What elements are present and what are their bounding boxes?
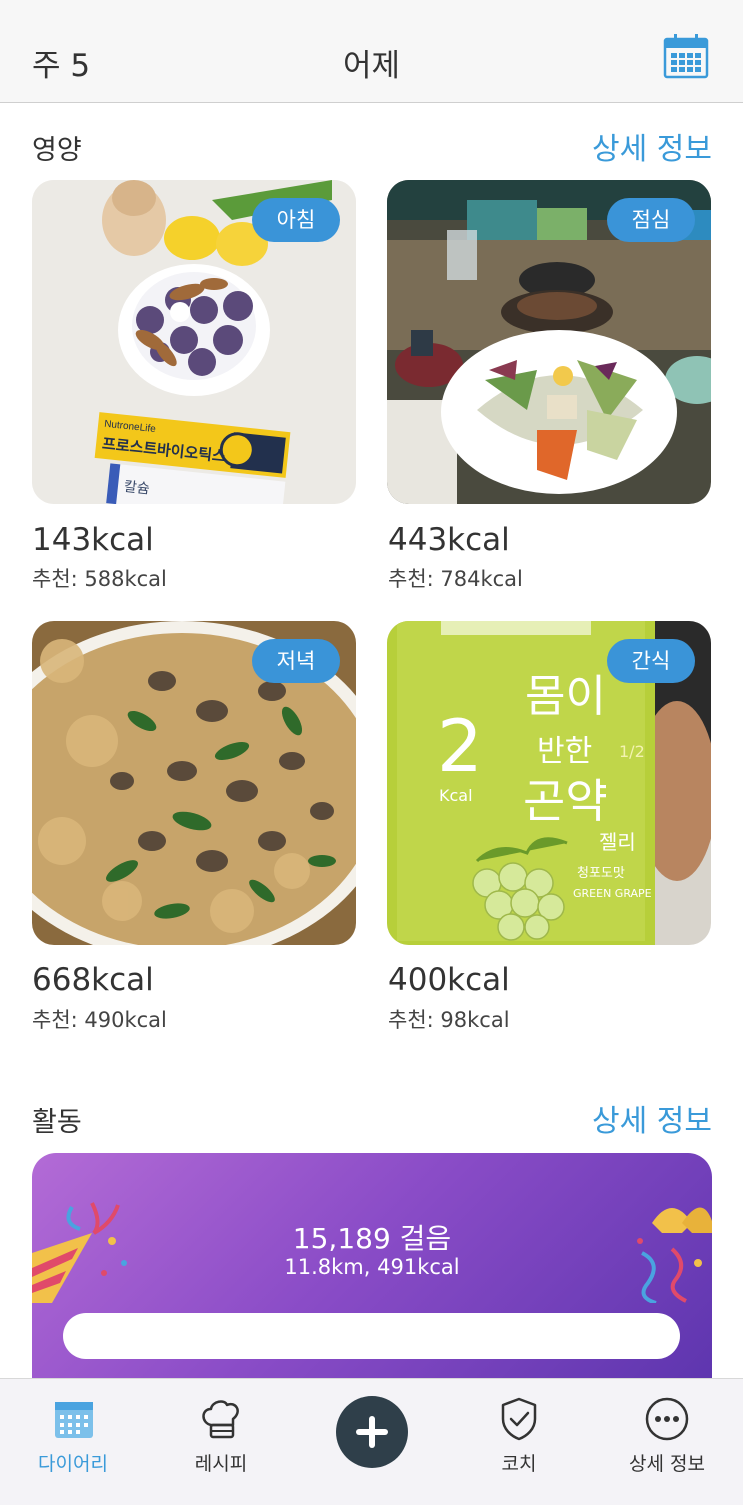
lunch-badge: 점심: [607, 198, 695, 242]
page-title: 어제: [342, 48, 401, 84]
calendar-icon[interactable]: [662, 32, 710, 80]
lunch-recommended: 추천: 784kcal: [388, 567, 523, 591]
breakfast-recommended: 추천: 588kcal: [32, 567, 167, 591]
lunch-kcal: 443kcal: [388, 522, 510, 558]
snack-product-word-2: 반한: [537, 734, 592, 769]
tab-coach[interactable]: 코치: [464, 1379, 574, 1505]
snack-recommended: 추천: 98kcal: [388, 1008, 510, 1032]
breakfast-kcal: 143kcal: [32, 522, 154, 558]
tab-more-label: 상세 정보: [629, 1453, 705, 1475]
tab-diary[interactable]: 다이어리: [18, 1379, 128, 1505]
snack-flavor-text: 청포도맛: [577, 866, 625, 881]
dinner-badge: 저녁: [252, 639, 340, 683]
more-icon: [645, 1397, 689, 1441]
snack-half-mark: 1/2: [619, 742, 645, 761]
snack-kcal: 400kcal: [388, 962, 510, 998]
tab-recipe-label: 레시피: [194, 1453, 248, 1475]
activity-summary: 11.8km, 491kcal: [284, 1255, 460, 1279]
snack-badge: 간식: [607, 639, 695, 683]
breakfast-badge: 아침: [252, 198, 340, 242]
tab-coach-label: 코치: [501, 1453, 537, 1475]
breakfast-card[interactable]: NutroneLife 프로스트바이오틱스 칼슘 아침: [32, 180, 356, 504]
chef-hat-icon: [202, 1400, 239, 1439]
add-button[interactable]: [336, 1396, 408, 1468]
activity-detail-link[interactable]: 상세 정보: [592, 1096, 712, 1140]
activity-card[interactable]: 15,189 걸음 11.8km, 491kcal: [32, 1153, 712, 1413]
diary-screen: 주 5 어제 영양 상세 정보 NutroneLife 프로스트바이오틱스 칼슘…: [0, 0, 743, 1505]
tab-diary-label: 다이어리: [38, 1453, 108, 1475]
activity-progress-bar: [63, 1313, 680, 1359]
snack-product-word-4: 젤리: [599, 830, 636, 854]
top-bar: 주 5 어제: [0, 0, 743, 103]
lunch-card[interactable]: 점심: [387, 180, 711, 504]
bottom-tab-bar: 다이어리 레시피 코치 상세 정보: [0, 1378, 743, 1505]
snack-kcal-unit: Kcal: [439, 786, 473, 805]
calendar-icon: [55, 1402, 93, 1438]
nutrition-detail-link[interactable]: 상세 정보: [592, 124, 712, 168]
dinner-recommended: 추천: 490kcal: [32, 1008, 167, 1032]
snack-product-word-1: 몸이: [525, 671, 606, 722]
steps-count: 15,189 걸음: [292, 1222, 452, 1255]
snack-grape-text: GREEN GRAPE: [573, 887, 652, 900]
dinner-kcal: 668kcal: [32, 962, 154, 998]
nutrition-section-title: 영양: [32, 135, 82, 166]
snack-card[interactable]: 2 Kcal 몸이 반한 1/2 곤약 젤리 청포도맛 GREEN GRAPE …: [387, 621, 711, 945]
tab-more[interactable]: 상세 정보: [612, 1379, 722, 1505]
snack-product-word-3: 곤약: [523, 774, 608, 828]
dinner-card[interactable]: 저녁: [32, 621, 356, 945]
calcium-packet-text: 칼슘: [123, 478, 150, 497]
activity-section-title: 활동: [32, 1107, 82, 1138]
snack-kcal-number: 2: [437, 704, 483, 788]
plus-icon: [356, 1416, 388, 1448]
tab-recipe[interactable]: 레시피: [166, 1379, 276, 1505]
shield-check-icon: [501, 1397, 537, 1441]
